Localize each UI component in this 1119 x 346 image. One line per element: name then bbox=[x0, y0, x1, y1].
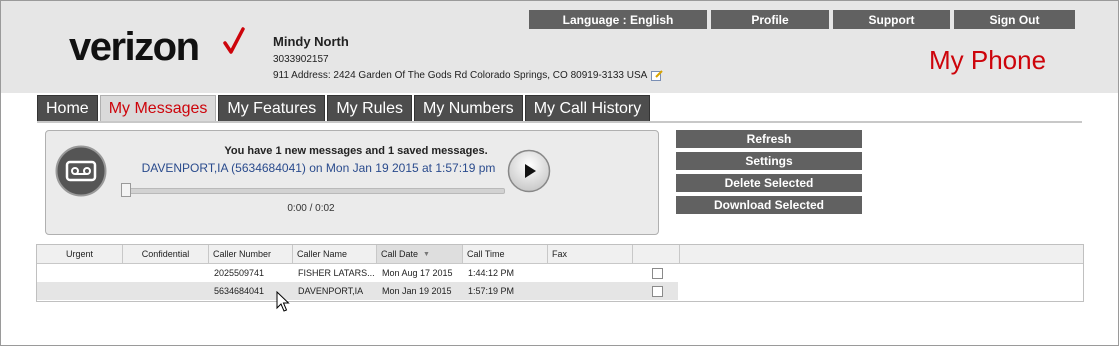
main-tabs: Home My Messages My Features My Rules My… bbox=[37, 95, 652, 123]
cell-confidential bbox=[123, 264, 209, 282]
cell-select bbox=[633, 264, 680, 282]
messages-table: Urgent Confidential Caller Number Caller… bbox=[36, 244, 1084, 302]
play-icon[interactable] bbox=[507, 149, 551, 193]
tab-home[interactable]: Home bbox=[37, 95, 98, 123]
cell-fax bbox=[548, 282, 633, 300]
download-selected-button[interactable]: Download Selected bbox=[676, 196, 862, 214]
column-urgent[interactable]: Urgent bbox=[37, 245, 123, 263]
tab-my-call-history[interactable]: My Call History bbox=[524, 95, 651, 123]
column-call-time[interactable]: Call Time bbox=[463, 245, 548, 263]
user-name: Mindy North bbox=[273, 34, 349, 49]
cell-call-time: 1:57:19 PM bbox=[468, 286, 515, 296]
cell-caller-name: DAVENPORT,IA bbox=[298, 286, 364, 296]
voicemail-player: You have 1 new messages and 1 saved mess… bbox=[45, 130, 659, 235]
cell-caller-number: 2025509741 bbox=[214, 268, 265, 278]
mouse-cursor-icon bbox=[276, 291, 290, 312]
tab-my-messages[interactable]: My Messages bbox=[99, 95, 217, 123]
table-row[interactable]: 5634684041 DAVENPORT,IA Mon Jan 19 2015 … bbox=[37, 282, 678, 300]
verizon-logo: verizon bbox=[69, 25, 200, 70]
user-address: 911 Address: 2424 Garden Of The Gods Rd … bbox=[273, 70, 648, 81]
cell-call-date: Mon Aug 17 2015 bbox=[382, 268, 453, 278]
tab-underline bbox=[37, 121, 1082, 123]
app-title: My Phone bbox=[929, 45, 1047, 75]
playback-time: 0:00 / 0:02 bbox=[287, 203, 335, 214]
cell-fax bbox=[548, 264, 633, 282]
cell-call-date: Mon Jan 19 2015 bbox=[382, 286, 452, 296]
cell-select bbox=[633, 282, 678, 300]
settings-button[interactable]: Settings bbox=[676, 152, 862, 170]
user-address-row: 911 Address: 2424 Garden Of The Gods Rd … bbox=[273, 70, 664, 81]
cell-urgent bbox=[37, 264, 123, 282]
message-actions: Refresh Settings Delete Selected Downloa… bbox=[676, 130, 862, 218]
cell-call-time: 1:44:12 PM bbox=[468, 268, 515, 278]
logo-text: verizon bbox=[69, 25, 200, 69]
column-call-date[interactable]: Call Date ▼ bbox=[377, 245, 463, 263]
user-info: Mindy North 3033902157 911 Address: 2424… bbox=[273, 34, 664, 81]
cell-urgent bbox=[37, 282, 123, 300]
delete-selected-button[interactable]: Delete Selected bbox=[676, 174, 862, 192]
table-header: Urgent Confidential Caller Number Caller… bbox=[37, 245, 1083, 264]
verizon-check-icon bbox=[223, 27, 245, 54]
tab-my-features[interactable]: My Features bbox=[218, 95, 326, 123]
row-checkbox[interactable] bbox=[652, 267, 663, 279]
refresh-button[interactable]: Refresh bbox=[676, 130, 862, 148]
cell-confidential bbox=[123, 282, 209, 300]
edit-address-icon[interactable] bbox=[651, 70, 664, 81]
sign-out-button[interactable]: Sign Out bbox=[954, 10, 1075, 29]
table-row[interactable]: 2025509741 FISHER LATARS... Mon Aug 17 2… bbox=[37, 264, 1083, 282]
column-caller-number[interactable]: Caller Number bbox=[209, 245, 293, 263]
profile-button[interactable]: Profile bbox=[711, 10, 829, 29]
column-confidential[interactable]: Confidential bbox=[123, 245, 209, 263]
column-caller-name[interactable]: Caller Name bbox=[293, 245, 377, 263]
tab-my-rules[interactable]: My Rules bbox=[327, 95, 412, 123]
tab-my-numbers[interactable]: My Numbers bbox=[414, 95, 523, 123]
header: verizon Language : English Profile Suppo… bbox=[1, 1, 1118, 93]
column-call-date-label: Call Date bbox=[381, 249, 419, 259]
language-button[interactable]: Language : English bbox=[529, 10, 707, 29]
column-fax[interactable]: Fax bbox=[548, 245, 633, 263]
top-links: Language : English Profile Support Sign … bbox=[529, 10, 1079, 29]
playback-slider-handle[interactable] bbox=[121, 183, 131, 197]
current-message-label: DAVENPORT,IA (5634684041) on Mon Jan 19 … bbox=[141, 161, 496, 175]
voicemail-icon bbox=[55, 145, 107, 197]
playback-slider[interactable] bbox=[123, 188, 505, 194]
sort-descending-icon: ▼ bbox=[423, 250, 430, 258]
row-checkbox[interactable] bbox=[652, 285, 663, 297]
support-button[interactable]: Support bbox=[833, 10, 950, 29]
column-select bbox=[633, 245, 680, 263]
user-phone: 3033902157 bbox=[273, 54, 329, 65]
cell-caller-name: FISHER LATARS... bbox=[298, 268, 375, 278]
